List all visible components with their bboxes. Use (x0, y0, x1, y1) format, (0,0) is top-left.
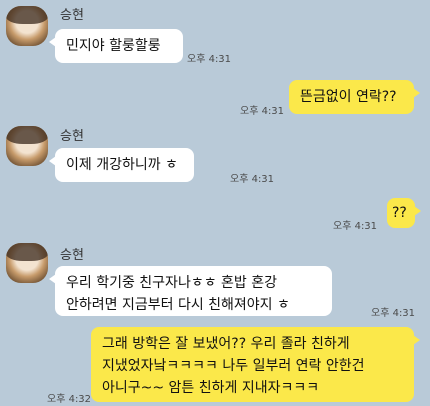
message-bubble[interactable]: 뜬금없이 연락?? (289, 80, 420, 114)
sender-name: 승현 (60, 248, 84, 263)
message-bubble[interactable]: 우리 학기중 친구자나ㅎㅎ 혼밥 혼강 안하려면 지금부터 다시 친해져야지 ㅎ (49, 266, 332, 316)
message-bubble[interactable]: 이제 개강하니까 ㅎ (49, 148, 194, 182)
message-time: 오후 4:31 (230, 174, 275, 185)
sender-name: 승현 (60, 129, 84, 144)
message-bubble[interactable]: 그래 방학은 잘 보냈어?? 우리 졸라 친하게 지냈었자낰ㅋㅋㅋㅋ 나두 일부… (91, 327, 420, 402)
message-bubble[interactable]: ?? (387, 198, 421, 228)
message-time: 오후 4:31 (187, 54, 232, 65)
message-bubble[interactable]: 민지야 할룽할룽 (49, 29, 183, 63)
avatar[interactable] (6, 243, 48, 283)
avatar[interactable] (6, 126, 48, 166)
message-time: 오후 4:31 (371, 308, 416, 319)
message-time: 오후 4:31 (333, 221, 378, 232)
avatar[interactable] (6, 6, 48, 46)
message-time: 오후 4:31 (240, 106, 285, 117)
sender-name: 승현 (60, 8, 84, 23)
message-time: 오후 4:32 (47, 394, 92, 405)
